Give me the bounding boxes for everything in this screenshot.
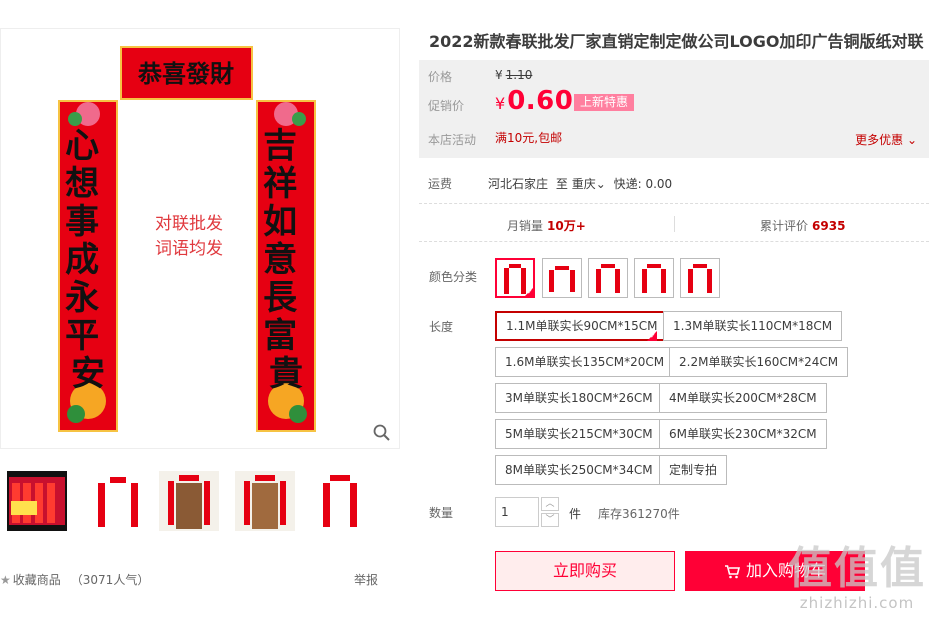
quantity-label: 数量 [429, 506, 454, 520]
buy-now-button[interactable]: 立即购买 [495, 551, 675, 591]
left-couplet-text: 心 想 事 成 永 平 安 [65, 126, 111, 394]
thumbnail-strip [6, 470, 401, 532]
center-text-line2: 词语均发 [155, 239, 223, 259]
banner-text: 恭喜發財 [137, 59, 234, 88]
color-swatch-1[interactable] [495, 258, 535, 298]
quantity-unit: 件 [569, 507, 582, 521]
activity-value[interactable]: 满10元,包邮 [495, 129, 562, 146]
favorite-label: 收藏商品 [12, 573, 61, 587]
thumbnail-2[interactable] [87, 470, 149, 532]
add-to-cart-button[interactable]: 加入购物车 [685, 551, 865, 591]
color-swatch-2[interactable] [542, 258, 582, 298]
size-option-custom[interactable]: 定制专拍 [659, 455, 728, 485]
activity-label: 本店活动 [428, 133, 477, 147]
destination-select[interactable]: 重庆⌄ [572, 177, 606, 191]
length-label: 长度 [429, 320, 454, 334]
color-label: 颜色分类 [429, 270, 478, 284]
size-option-4[interactable]: 2.2M单联实长160CM*24CM [669, 347, 849, 377]
main-product-image[interactable]: 恭喜發財 心 想 事 成 永 平 安 吉 祥 如 意 長 富 貴 对联批发 词语… [0, 28, 400, 449]
color-swatch-4[interactable] [634, 258, 674, 298]
couplet-illustration: 恭喜發財 心 想 事 成 永 平 安 吉 祥 如 意 長 富 貴 对联批发 词语… [58, 46, 316, 432]
quantity-increase-button[interactable]: ︿ [541, 497, 559, 511]
cart-icon [724, 564, 740, 578]
selected-check-icon [647, 331, 657, 341]
popularity-count: （3071人气） [70, 573, 150, 587]
star-icon: ★ [0, 573, 11, 587]
size-option-7[interactable]: 5M单联实长215CM*30CM [495, 419, 663, 449]
thumbnail-3[interactable] [158, 470, 220, 532]
right-couplet-text: 吉 祥 如 意 長 富 貴 [263, 126, 309, 394]
orig-price-label: 价格 [428, 70, 453, 84]
size-option-9[interactable]: 8M单联实长250CM*34CM [495, 455, 663, 485]
shipping-origin: 河北石家庄 [488, 177, 549, 191]
size-option-2[interactable]: 1.3M单联实长110CM*18CM [663, 311, 843, 341]
quantity-decrease-button[interactable]: ﹀ [541, 513, 559, 527]
chevron-down-icon: ⌄ [595, 177, 606, 191]
size-option-5[interactable]: 3M单联实长180CM*26CM [495, 383, 663, 413]
size-option-1[interactable]: 1.1M单联实长90CM*15CM [495, 311, 669, 341]
color-swatch-3[interactable] [588, 258, 628, 298]
watermark-url: zhizhizhi.com [799, 594, 915, 612]
sales-stats-row: 月销量 10万+ 累计评价 6935 [419, 206, 929, 242]
promo-badge: 上新特惠 [574, 94, 635, 111]
monthly-sales: 月销量 10万+ [507, 219, 586, 233]
total-reviews[interactable]: 累计评价 6935 [760, 217, 845, 234]
magnifier-icon[interactable] [373, 424, 391, 442]
promo-price-label: 促销价 [428, 99, 465, 113]
more-discount-link[interactable]: 更多优惠 ⌄ [855, 131, 917, 148]
shipping-label: 运费 [428, 177, 453, 191]
orig-price: ¥1.10 [495, 68, 533, 82]
shipping-row: 运费 河北石家庄 至 重庆⌄ 快递: 0.00 [419, 160, 929, 204]
express-fee: 快递: 0.00 [613, 177, 673, 191]
size-option-8[interactable]: 6M单联实长230CM*32CM [659, 419, 827, 449]
report-link[interactable]: 举报 [354, 571, 378, 588]
product-title: 2022新款春联批发厂家直销定制定做公司LOGO加印广告铜版纸对联 [429, 32, 924, 51]
size-option-6[interactable]: 4M单联实长200CM*28CM [659, 383, 827, 413]
thumbnail-5[interactable] [309, 470, 371, 532]
stock-count: 库存361270件 [598, 507, 680, 521]
shipping-to: 至 [555, 177, 568, 191]
shipping-info: 河北石家庄 至 重庆⌄ 快递: 0.00 [488, 175, 672, 192]
stats-divider [674, 216, 675, 232]
promo-price: ¥0.60 [495, 86, 574, 116]
center-text-line1: 对联批发 [155, 214, 223, 234]
chevron-down-icon: ⌄ [903, 133, 917, 147]
price-panel: 价格 ¥1.10 促销价 ¥0.60 上新特惠 本店活动 满10元,包邮 更多优… [419, 60, 929, 158]
thumbnail-1[interactable] [6, 470, 68, 532]
color-swatch-5[interactable] [680, 258, 720, 298]
favorite-link[interactable]: ★ 收藏商品 （3071人气） [0, 571, 149, 588]
thumbnail-4[interactable] [234, 470, 296, 532]
size-option-3[interactable]: 1.6M单联实长135CM*20CM [495, 347, 675, 377]
quantity-input[interactable]: 1 [495, 497, 539, 527]
selected-check-icon [524, 287, 534, 297]
